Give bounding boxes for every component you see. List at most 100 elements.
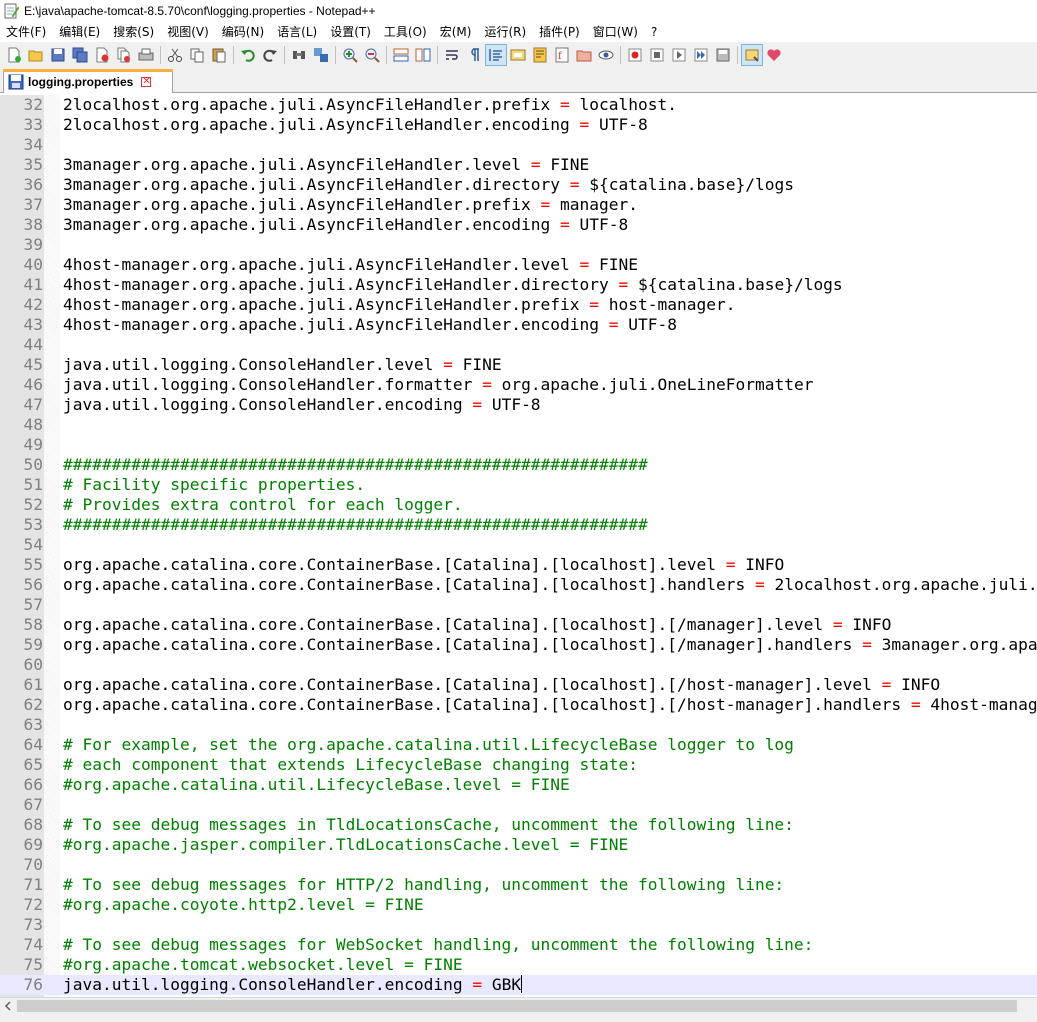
code-line[interactable]: 48 xyxy=(0,415,1037,435)
code-line[interactable]: 35 3manager.org.apache.juli.AsyncFileHand… xyxy=(0,155,1037,175)
save-macro-icon[interactable] xyxy=(712,44,734,66)
code-line[interactable]: 45 java.util.logging.ConsoleHandler.level… xyxy=(0,355,1037,375)
code-line[interactable]: 36 3manager.org.apache.juli.AsyncFileHand… xyxy=(0,175,1037,195)
code-line[interactable]: 58 org.apache.catalina.core.ContainerBase… xyxy=(0,615,1037,635)
function-list-icon[interactable]: f xyxy=(551,44,573,66)
code-line[interactable]: 72 #org.apache.coyote.http2.level = FINE xyxy=(0,895,1037,915)
scroll-left-arrow-icon[interactable] xyxy=(0,998,17,1014)
property-line: java.util.logging.ConsoleHandler.encodin… xyxy=(63,395,541,415)
code-line[interactable]: 59 org.apache.catalina.core.ContainerBase… xyxy=(0,635,1037,655)
code-line[interactable]: 40 4host-manager.org.apache.juli.AsyncFil… xyxy=(0,255,1037,275)
code-line[interactable]: 55 org.apache.catalina.core.ContainerBase… xyxy=(0,555,1037,575)
code-line[interactable]: 32 2localhost.org.apache.juli.AsyncFileHa… xyxy=(0,95,1037,115)
current-code-line[interactable]: 76 java.util.logging.ConsoleHandler.encod… xyxy=(0,975,1037,995)
code-line[interactable]: 53 ######################################… xyxy=(0,515,1037,535)
code-line[interactable]: 34 xyxy=(0,135,1037,155)
menu-search[interactable]: 搜索(S) xyxy=(107,22,161,42)
menu-file[interactable]: 文件(F) xyxy=(0,22,53,42)
code-line[interactable]: 67 xyxy=(0,795,1037,815)
code-line[interactable]: 68 # To see debug messages in TldLocation… xyxy=(0,815,1037,835)
show-all-chars-icon[interactable] xyxy=(463,44,485,66)
code-line[interactable]: 56 org.apache.catalina.core.ContainerBase… xyxy=(0,575,1037,595)
close-tab-icon[interactable]: ✕ xyxy=(141,77,152,87)
code-line[interactable]: 66 #org.apache.catalina.util.LifecycleBas… xyxy=(0,775,1037,795)
editor[interactable]: 32 2localhost.org.apache.juli.AsyncFileHa… xyxy=(0,95,1037,997)
code-line[interactable]: 61 org.apache.catalina.core.ContainerBase… xyxy=(0,675,1037,695)
open-file-icon[interactable] xyxy=(25,44,47,66)
monitoring-eye-icon[interactable] xyxy=(595,44,617,66)
code-line[interactable]: 75 #org.apache.tomcat.websocket.level = F… xyxy=(0,955,1037,975)
code-line[interactable]: 47 java.util.logging.ConsoleHandler.encod… xyxy=(0,395,1037,415)
code-line[interactable]: 63 xyxy=(0,715,1037,735)
code-line[interactable]: 49 xyxy=(0,435,1037,455)
stop-macro-icon[interactable] xyxy=(646,44,668,66)
comment-text: ########################################… xyxy=(63,515,648,534)
tab-logging-properties[interactable]: logging.properties ✕ xyxy=(3,69,173,93)
code-line[interactable]: 39 xyxy=(0,235,1037,255)
code-line[interactable]: 46 java.util.logging.ConsoleHandler.forma… xyxy=(0,375,1037,395)
play-macro-icon[interactable] xyxy=(668,44,690,66)
copy-icon[interactable] xyxy=(186,44,208,66)
code-line[interactable]: 44 xyxy=(0,335,1037,355)
heart-icon[interactable] xyxy=(763,44,785,66)
paste-icon[interactable] xyxy=(208,44,230,66)
save-all-icon[interactable] xyxy=(69,44,91,66)
record-macro-icon[interactable] xyxy=(624,44,646,66)
menu-tools[interactable]: 工具(O) xyxy=(378,22,434,42)
zoom-in-icon[interactable] xyxy=(339,44,361,66)
close-file-icon[interactable] xyxy=(91,44,113,66)
save-icon[interactable] xyxy=(47,44,69,66)
run-macro-multiple-icon[interactable] xyxy=(690,44,712,66)
indent-guide-icon[interactable] xyxy=(485,44,507,66)
menu-settings[interactable]: 设置(T) xyxy=(324,22,378,42)
code-line[interactable]: 41 4host-manager.org.apache.juli.AsyncFil… xyxy=(0,275,1037,295)
sync-vertical-icon[interactable] xyxy=(390,44,412,66)
code-line[interactable]: 64 # For example, set the org.apache.cata… xyxy=(0,735,1037,755)
menu-edit[interactable]: 编辑(E) xyxy=(53,22,107,42)
menu-view[interactable]: 视图(V) xyxy=(161,22,216,42)
document-map-icon[interactable] xyxy=(529,44,551,66)
code-line[interactable]: 37 3manager.org.apache.juli.AsyncFileHand… xyxy=(0,195,1037,215)
code-line[interactable]: 60 xyxy=(0,655,1037,675)
menu-language[interactable]: 语言(L) xyxy=(271,22,324,42)
close-all-icon[interactable] xyxy=(113,44,135,66)
find-icon[interactable] xyxy=(288,44,310,66)
code-line[interactable]: 51 # Facility specific properties. xyxy=(0,475,1037,495)
sync-horizontal-icon[interactable] xyxy=(412,44,434,66)
code-line[interactable]: 57 xyxy=(0,595,1037,615)
code-line[interactable]: 62 org.apache.catalina.core.ContainerBase… xyxy=(0,695,1037,715)
replace-icon[interactable] xyxy=(310,44,332,66)
menu-run[interactable]: 运行(R) xyxy=(478,22,533,42)
code-line[interactable]: 71 # To see debug messages for HTTP/2 han… xyxy=(0,875,1037,895)
scrollbar-thumb[interactable] xyxy=(17,1000,1017,1012)
code-line[interactable]: 52 # Provides extra control for each logg… xyxy=(0,495,1037,515)
code-line[interactable]: 42 4host-manager.org.apache.juli.AsyncFil… xyxy=(0,295,1037,315)
word-wrap-icon[interactable] xyxy=(441,44,463,66)
menu-plugins[interactable]: 插件(P) xyxy=(533,22,587,42)
menu-window[interactable]: 窗口(W) xyxy=(587,22,645,42)
horizontal-scrollbar[interactable] xyxy=(0,997,1037,1014)
code-line[interactable]: 43 4host-manager.org.apache.juli.AsyncFil… xyxy=(0,315,1037,335)
code-line[interactable]: 38 3manager.org.apache.juli.AsyncFileHand… xyxy=(0,215,1037,235)
code-line[interactable]: 65 # each component that extends Lifecycl… xyxy=(0,755,1037,775)
code-line[interactable]: 33 2localhost.org.apache.juli.AsyncFileHa… xyxy=(0,115,1037,135)
property-line: 4host-manager.org.apache.juli.AsyncFileH… xyxy=(63,255,638,275)
menu-help[interactable]: ? xyxy=(645,22,664,42)
notepad-plugin-icon[interactable] xyxy=(741,44,763,66)
folder-workspace-icon[interactable] xyxy=(573,44,595,66)
redo-icon[interactable] xyxy=(259,44,281,66)
menu-encoding[interactable]: 编码(N) xyxy=(216,22,271,42)
menu-macro[interactable]: 宏(M) xyxy=(434,22,479,42)
code-line[interactable]: 50 ######################################… xyxy=(0,455,1037,475)
code-line[interactable]: 74 # To see debug messages for WebSocket … xyxy=(0,935,1037,955)
code-line[interactable]: 54 xyxy=(0,535,1037,555)
code-line[interactable]: 73 xyxy=(0,915,1037,935)
zoom-out-icon[interactable] xyxy=(361,44,383,66)
undo-icon[interactable] xyxy=(237,44,259,66)
print-icon[interactable] xyxy=(135,44,157,66)
user-language-icon[interactable] xyxy=(507,44,529,66)
cut-icon[interactable] xyxy=(164,44,186,66)
code-line[interactable]: 70 xyxy=(0,855,1037,875)
new-file-icon[interactable] xyxy=(3,44,25,66)
code-line[interactable]: 69 #org.apache.jasper.compiler.TldLocatio… xyxy=(0,835,1037,855)
